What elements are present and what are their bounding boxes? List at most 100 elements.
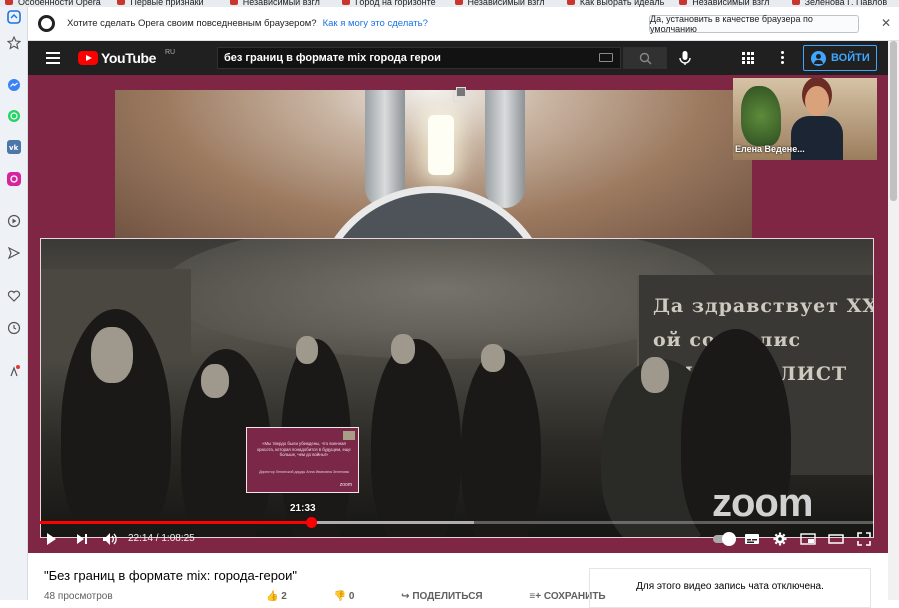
participant-video: Елена Ведене...: [733, 78, 877, 160]
volume-icon: [103, 533, 117, 545]
participant-head: [805, 86, 829, 116]
video-title: "Без границ в формате mix: города-герои": [44, 568, 298, 583]
region-code: RU: [165, 49, 176, 56]
page-scrollbar[interactable]: [888, 41, 899, 600]
youtube-logo-text[interactable]: YouTube: [101, 50, 156, 66]
player-controls: 22:14 / 1:08:25: [28, 526, 888, 553]
participant-name: Елена Ведене...: [735, 144, 805, 154]
default-browser-message: Хотите сделать Opera своим повседневным …: [67, 18, 317, 29]
browser-tab[interactable]: Город на горизонте: [337, 0, 449, 7]
browser-tab[interactable]: Как выбрать идеаль: [562, 0, 674, 7]
browser-tab[interactable]: Независимый взгл: [674, 0, 786, 7]
banner-line-1: Да здравствует XXIV: [653, 295, 873, 317]
preview-quote: «Мы твердо были убеждены, что военная кр…: [257, 441, 351, 457]
account-icon: [811, 50, 826, 66]
scrollbar-thumb[interactable]: [890, 41, 897, 201]
subtitles-icon: [745, 534, 759, 544]
svg-text:vk: vk: [9, 144, 19, 152]
share-button[interactable]: ↪ ПОДЕЛИТЬСЯ: [401, 591, 504, 602]
keyboard-icon[interactable]: [599, 53, 613, 62]
sign-in-label: ВОЙТИ: [831, 52, 870, 64]
fullscreen-button[interactable]: [857, 531, 871, 547]
set-default-button[interactable]: Да, установить в качестве браузера по ум…: [649, 14, 859, 34]
gear-icon: [773, 532, 787, 546]
face-1: [91, 327, 133, 383]
subtitles-button[interactable]: [744, 531, 760, 547]
dislike-count: 0: [348, 591, 355, 602]
play-icon: [47, 533, 56, 545]
send-icon[interactable]: [6, 245, 22, 261]
close-icon[interactable]: ✕: [881, 16, 891, 30]
browser-tab[interactable]: Независимый взгл: [450, 0, 562, 7]
star-icon[interactable]: [6, 35, 22, 51]
browser-tab[interactable]: Особенности Opera: [0, 0, 112, 7]
messenger-icon[interactable]: [6, 77, 22, 93]
face-4: [391, 334, 415, 364]
cam-plant: [741, 86, 781, 146]
tunnel-light: [428, 115, 454, 175]
search-button[interactable]: [623, 47, 667, 69]
view-count: 48 просмотров: [44, 591, 113, 602]
next-button[interactable]: [75, 531, 89, 547]
microphone-icon[interactable]: [677, 50, 693, 66]
clock-icon[interactable]: [6, 320, 22, 336]
share-label: ПОДЕЛИТЬСЯ: [412, 591, 483, 602]
browser-tab[interactable]: Зеленова Г. Павлов: [787, 0, 899, 7]
opera-logo-icon: [38, 15, 55, 32]
settings-button[interactable]: [773, 531, 787, 547]
face-2: [201, 364, 229, 398]
lightbulb-icon[interactable]: [6, 363, 22, 379]
apps-grid-icon[interactable]: [742, 52, 754, 64]
figure-5: [461, 349, 541, 537]
play-button[interactable]: [44, 531, 58, 547]
search-query: без границ в формате mix города герои: [224, 52, 441, 64]
heart-icon[interactable]: [6, 288, 22, 304]
dislike-button[interactable]: 👎 0: [334, 591, 377, 602]
miniplayer-button[interactable]: [800, 531, 816, 547]
player-icon[interactable]: [6, 213, 22, 229]
hover-time: 21:33: [290, 503, 316, 514]
browser-tab[interactable]: Независимый взгл: [225, 0, 337, 7]
browser-tab-strip: Особенности Opera Первые признаки Независи…: [0, 0, 899, 7]
preview-author: Директор Ленинской дарды Анна Ивановна З…: [259, 470, 349, 474]
how-to-link[interactable]: Как я могу это сделать?: [323, 18, 428, 29]
sign-in-button[interactable]: ВОЙТИ: [803, 45, 877, 71]
shared-screen-tunnel: [115, 90, 752, 246]
vk-icon[interactable]: vk: [6, 139, 22, 155]
preview-brand: zoom: [339, 482, 352, 488]
next-icon: [77, 534, 87, 544]
popout-icon[interactable]: [453, 87, 466, 102]
browser-tab[interactable]: Первые признаки: [112, 0, 224, 7]
progress-played: [40, 521, 312, 524]
hover-preview-card: «Мы твердо были убеждены, что военная кр…: [246, 427, 359, 493]
opera-sidebar: vk: [0, 7, 28, 600]
autoplay-toggle[interactable]: [713, 532, 736, 546]
preview-thumb: [343, 431, 355, 440]
default-browser-bar: Хотите сделать Opera своим повседневным …: [28, 7, 899, 41]
theater-mode-button[interactable]: [828, 531, 844, 547]
chat-disabled-message: Для этого видео запись чата отключена.: [636, 581, 824, 592]
progress-bar[interactable]: [40, 517, 874, 528]
miniplayer-icon: [800, 533, 816, 545]
face-3: [296, 336, 318, 364]
youtube-logo-icon[interactable]: [78, 51, 98, 65]
more-options-icon[interactable]: [781, 51, 785, 65]
home-icon[interactable]: [6, 9, 22, 25]
menu-icon[interactable]: [46, 52, 60, 64]
pipe-right: [485, 90, 525, 208]
face-5: [481, 344, 505, 372]
chat-disabled-panel: Для этого видео запись чата отключена.: [589, 568, 871, 608]
current-time: 22:14: [128, 533, 154, 544]
whatsapp-icon[interactable]: [6, 108, 22, 124]
instagram-icon[interactable]: [6, 171, 22, 187]
search-icon: [639, 52, 652, 65]
search-input[interactable]: без границ в формате mix города герои: [217, 47, 621, 69]
video-player[interactable]: Елена Ведене... Да здравствует XXIV ой с…: [28, 75, 888, 553]
face-6: [641, 357, 669, 393]
zoom-watermark: zoom: [712, 481, 813, 525]
time-display: 22:14 / 1:08:25: [128, 533, 195, 544]
volume-button[interactable]: [102, 531, 118, 547]
like-count: 2: [281, 591, 287, 602]
youtube-masthead: YouTube RU без границ в формате mix горо…: [28, 41, 888, 75]
like-button[interactable]: 👍 2: [266, 591, 309, 602]
